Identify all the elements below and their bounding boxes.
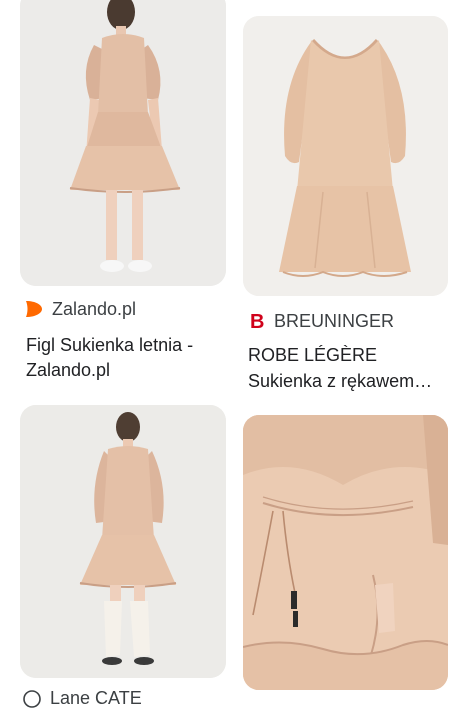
result-title-line1[interactable]: ROBE LÉGÈRE: [248, 343, 453, 368]
product-image-breuninger[interactable]: [243, 16, 448, 296]
product-image-zalando[interactable]: [20, 0, 226, 286]
product-image-lane[interactable]: [20, 405, 226, 678]
breuninger-icon: B: [248, 310, 266, 332]
source-label[interactable]: B BREUNINGER: [248, 310, 395, 333]
result-title-line2[interactable]: Sukienka z rękawem…: [248, 369, 453, 394]
source-name: BREUNINGER: [274, 310, 395, 331]
svg-text:B: B: [250, 311, 264, 332]
dress-illustration: [20, 0, 226, 286]
result-title-line2[interactable]: Zalando.pl: [26, 358, 226, 383]
result-title-line1[interactable]: Figl Sukienka letnia -: [26, 333, 226, 358]
source-name: Zalando.pl: [52, 298, 137, 319]
product-image-closeup[interactable]: [243, 415, 448, 690]
dress-illustration: [20, 405, 226, 678]
dress-illustration: [243, 415, 448, 690]
source-label[interactable]: Zalando.pl: [22, 298, 136, 320]
zalando-icon: [22, 298, 44, 320]
dress-illustration: [243, 16, 448, 296]
